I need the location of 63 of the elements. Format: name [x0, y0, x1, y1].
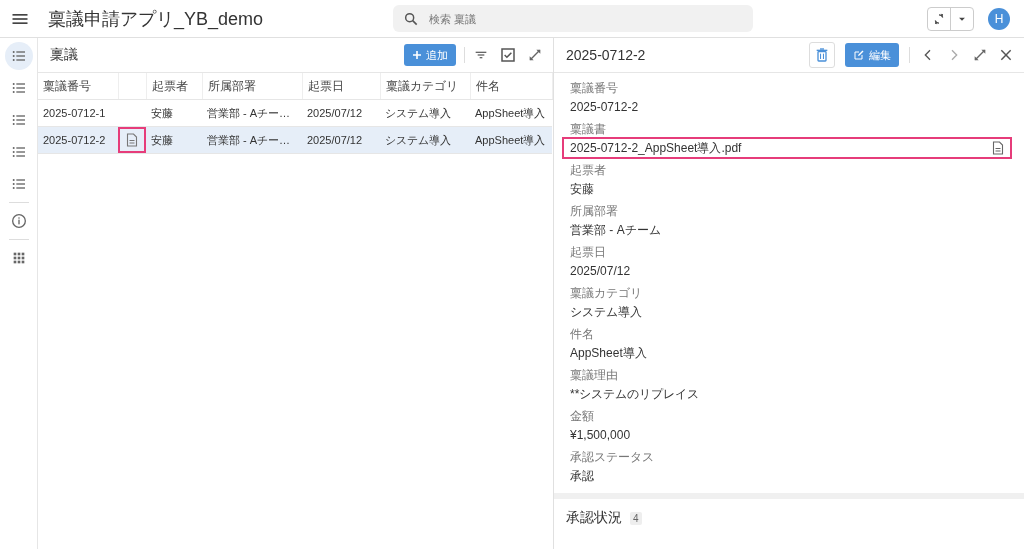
table-cell: システム導入	[380, 126, 470, 154]
column-header[interactable]: 起票者	[146, 73, 202, 100]
table-cell: 安藤	[146, 126, 202, 154]
column-header[interactable]: 稟議番号	[38, 73, 118, 100]
document-icon[interactable]	[126, 133, 138, 147]
file-link[interactable]: 2025-0712-2_AppSheet導入.pdf	[570, 137, 742, 159]
list-icon[interactable]	[10, 144, 27, 160]
edit-icon	[853, 49, 865, 61]
field-value: 承認	[570, 468, 594, 485]
expand-icon[interactable]	[972, 47, 988, 63]
search-input[interactable]: 検索 稟議	[427, 4, 743, 33]
field-value: 2025/07/12	[570, 263, 631, 280]
table-cell: AppSheet導入	[470, 99, 552, 127]
field-label: 金額	[570, 409, 594, 423]
nav-item[interactable]	[4, 42, 33, 70]
field-value: **システムのリプレイス	[570, 386, 700, 403]
field-label: 稟議書	[570, 122, 606, 136]
list-icon[interactable]	[10, 176, 27, 192]
list-icon[interactable]	[10, 48, 27, 64]
table-cell: 2025-0712-1	[38, 99, 118, 127]
field-value: ¥1,500,000	[570, 427, 631, 444]
panel-title: 稟議	[50, 46, 79, 64]
search-icon[interactable]	[403, 10, 419, 27]
field-label: 起票者	[570, 163, 606, 177]
table-cell: AppSheet導入	[470, 126, 552, 154]
close-icon[interactable]	[998, 47, 1014, 63]
table-cell: 2025/07/12	[302, 99, 380, 127]
column-header[interactable]: 稟議カテゴリ	[380, 73, 470, 100]
checkbox-icon[interactable]	[499, 46, 517, 64]
list-icon[interactable]	[10, 80, 27, 96]
field-label: 承認ステータス	[570, 450, 654, 464]
field-label: 稟議カテゴリ	[570, 286, 642, 300]
count-badge: 4	[630, 511, 642, 525]
table-cell: 営業部 - Aチー…	[202, 99, 302, 127]
field-label: 起票日	[570, 245, 606, 259]
search-field[interactable]: 検索 稟議	[393, 5, 753, 32]
field-value: 安藤	[570, 181, 594, 198]
table-cell: システム導入	[380, 99, 470, 127]
plus-icon	[412, 50, 422, 60]
field-value: 2025-0712-2	[570, 99, 639, 116]
info-icon[interactable]	[10, 213, 27, 229]
field-label: 所属部署	[570, 204, 618, 218]
detail-title: 2025-0712-2	[566, 47, 647, 63]
table-cell: 2025/07/12	[302, 126, 380, 154]
expand-icon[interactable]	[527, 47, 543, 63]
delete-button[interactable]	[809, 42, 835, 68]
column-header[interactable]: 起票日	[302, 73, 380, 100]
app-title: 稟議申請アプリ_YB_demo	[48, 7, 265, 31]
table-cell: 営業部 - Aチー…	[202, 126, 302, 154]
section-title: 承認状況	[566, 509, 622, 527]
field-value: AppSheet導入	[570, 345, 647, 362]
field-label: 稟議理由	[570, 368, 618, 382]
column-header[interactable]: 所属部署	[202, 73, 302, 100]
field-label: 件名	[570, 327, 594, 341]
document-icon[interactable]	[992, 141, 1004, 155]
column-header[interactable]: 件名	[470, 73, 552, 100]
field-label: 稟議番号	[570, 81, 618, 95]
field-value: 営業部 - Aチーム	[570, 222, 661, 239]
table-cell: 2025-0712-2	[38, 126, 118, 154]
field-value: システム導入	[570, 304, 642, 321]
table-cell: 安藤	[146, 99, 202, 127]
trash-icon[interactable]	[814, 47, 830, 63]
list-icon[interactable]	[10, 112, 27, 128]
